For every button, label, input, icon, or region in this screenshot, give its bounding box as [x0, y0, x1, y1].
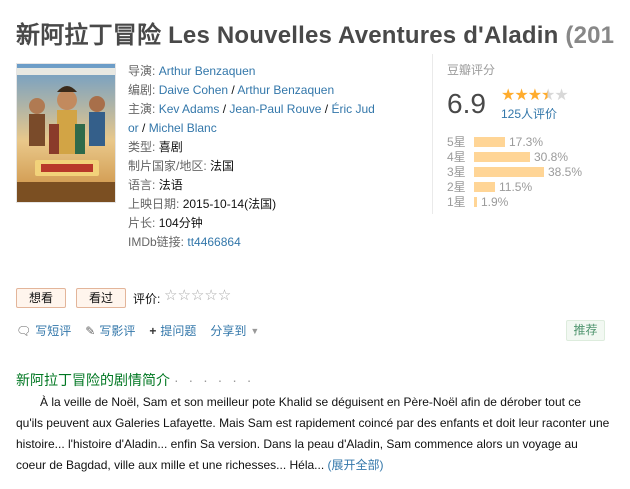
imdb-link[interactable]: tt4466864 — [187, 235, 240, 249]
distribution-percent: 11.5% — [499, 179, 533, 194]
write-short-review-label: 写短评 — [35, 324, 72, 338]
rating-distribution-row: 1星 1.9% — [447, 194, 582, 210]
rating-distribution-row: 4星 30.8% — [447, 149, 582, 165]
caret-down-icon: ▼ — [250, 325, 260, 336]
language-row: 语言: 法语 — [128, 176, 380, 195]
cast-row: 主演: Kev Adams / Jean-Paul Rouve / Éric J… — [128, 100, 380, 119]
distribution-bar — [474, 196, 477, 207]
cast-label: 主演: — [128, 102, 156, 116]
poster-image — [17, 64, 115, 202]
writer-link-2[interactable]: Arthur Benzaquen — [237, 83, 334, 97]
watched-button[interactable]: 看过 — [76, 288, 126, 308]
summary-dots: · · · · · · — [174, 372, 255, 388]
writer-label: 编剧: — [128, 83, 156, 97]
genre-row: 类型: 喜剧 — [128, 138, 380, 157]
recommend-button[interactable]: 推荐 — [566, 320, 605, 341]
imdb-row: IMDb链接: tt4466864 — [128, 233, 380, 252]
distribution-percent: 38.5% — [548, 164, 583, 179]
summary-body: À la veille de Noël, Sam et son meilleur… — [16, 395, 610, 472]
release-label: 上映日期: — [128, 197, 180, 211]
cast-row-cont: or / Michel Blanc — [128, 119, 380, 138]
want-to-watch-button[interactable]: 想看 — [16, 288, 66, 308]
rating-panel: 豆瓣评分 6.9 ★★★★★ 125人评价 5星 17.3% 4星 30.8% 3星 38… — [432, 54, 622, 214]
imdb-label: IMDb链接: — [128, 235, 185, 249]
distribution-percent: 1.9% — [481, 194, 509, 209]
star-empty-icon: ★ — [554, 87, 568, 104]
page-title: 新阿拉丁冒险 Les Nouvelles Aventures d'Aladin … — [16, 15, 614, 50]
rating-score: 6.9 — [447, 88, 486, 119]
runtime-value: 104分钟 — [158, 216, 203, 230]
cast-link-2[interactable]: Jean-Paul Rouve — [229, 102, 321, 116]
ask-question-action[interactable]: + 提问题 — [149, 322, 196, 339]
genre-value: 喜剧 — [158, 140, 183, 154]
star-icon: ★ — [501, 87, 515, 104]
share-dropdown[interactable]: 分享到 ▼ — [210, 322, 259, 339]
cast-link-3[interactable]: Éric Jud — [331, 102, 374, 116]
distribution-bar — [474, 136, 505, 147]
cast-link-1[interactable]: Kev Adams — [159, 102, 220, 116]
half-star-icon: ★ — [541, 87, 555, 104]
star-icon: ★ — [514, 87, 528, 104]
expand-all-link[interactable]: (展开全部) — [328, 458, 384, 472]
distribution-bar — [474, 151, 530, 162]
language-label: 语言: — [128, 178, 156, 192]
rate-stars-input[interactable]: ☆☆☆☆☆ — [164, 286, 231, 304]
summary-title: 新阿拉丁冒险的剧情简介 — [16, 372, 170, 388]
actions-bar: 🗨︎ 写短评 ✎ 写影评 + 提问题 分享到 ▼ — [16, 322, 273, 339]
movie-info: 导演: Arthur Benzaquen 编剧: Daive Cohen / A… — [128, 62, 380, 252]
separator: / — [321, 102, 332, 116]
cast-link-4[interactable]: Michel Blanc — [149, 121, 217, 135]
rating-distribution-row: 3星 38.5% — [447, 164, 583, 180]
distribution-bar — [474, 181, 495, 192]
rating-label: 豆瓣评分 — [447, 63, 496, 77]
write-short-review-action[interactable]: 🗨︎ 写短评 — [16, 322, 71, 339]
release-row: 上映日期: 2015-10-14(法国) — [128, 195, 380, 214]
country-row: 制片国家/地区: 法国 — [128, 157, 380, 176]
distribution-percent: 17.3% — [509, 134, 544, 149]
movie-poster[interactable] — [16, 63, 116, 203]
country-label: 制片国家/地区: — [128, 159, 207, 173]
rating-stars: ★★★★★ — [501, 85, 569, 105]
writer-row: 编剧: Daive Cohen / Arthur Benzaquen — [128, 81, 380, 100]
star-icon: ★ — [527, 87, 542, 104]
writer-link-1[interactable]: Daive Cohen — [159, 83, 228, 97]
movie-title: 新阿拉丁冒险 Les Nouvelles Aventures d'Aladin — [16, 22, 559, 49]
distribution-percent: 30.8% — [534, 149, 569, 164]
pencil-icon: ✎ — [85, 323, 96, 338]
rating-distribution-row: 2星 11.5% — [447, 179, 582, 195]
director-row: 导演: Arthur Benzaquen — [128, 62, 380, 81]
director-link[interactable]: Arthur Benzaquen — [159, 64, 256, 78]
write-review-label: 写影评 — [99, 324, 136, 338]
write-review-action[interactable]: ✎ 写影评 — [85, 322, 135, 339]
runtime-label: 片长: — [128, 216, 156, 230]
plus-icon: + — [149, 323, 157, 338]
distribution-bar — [474, 166, 544, 177]
rate-label: 评价: — [133, 292, 161, 306]
rating-distribution-row: 5星 17.3% — [447, 134, 582, 150]
share-label: 分享到 — [210, 324, 247, 338]
separator: / — [219, 102, 230, 116]
runtime-row: 片长: 104分钟 — [128, 214, 380, 233]
separator: / — [228, 83, 238, 97]
country-value: 法国 — [210, 159, 235, 173]
rating-count-link[interactable]: 125人评价 — [501, 105, 557, 122]
rating-distribution: 5星 17.3% 4星 30.8% 3星 38.5% 2星 11.5% 1星 1.9% — [447, 134, 583, 210]
comment-icon: 🗨︎ — [16, 323, 32, 338]
separator: / — [138, 121, 149, 135]
release-value: 2015-10-14(法国) — [182, 197, 277, 211]
language-value: 法语 — [158, 178, 183, 192]
cast-link-3-cont[interactable]: or — [128, 121, 139, 135]
ask-question-label: 提问题 — [160, 324, 197, 338]
director-label: 导演: — [128, 64, 156, 78]
genre-label: 类型: — [128, 140, 156, 154]
summary-heading: 新阿拉丁冒险的剧情简介 · · · · · · — [16, 370, 254, 390]
movie-year: (201 — [565, 22, 615, 49]
distribution-label: 1星 — [447, 195, 466, 209]
summary-text: À la veille de Noël, Sam et son meilleur… — [16, 392, 610, 476]
